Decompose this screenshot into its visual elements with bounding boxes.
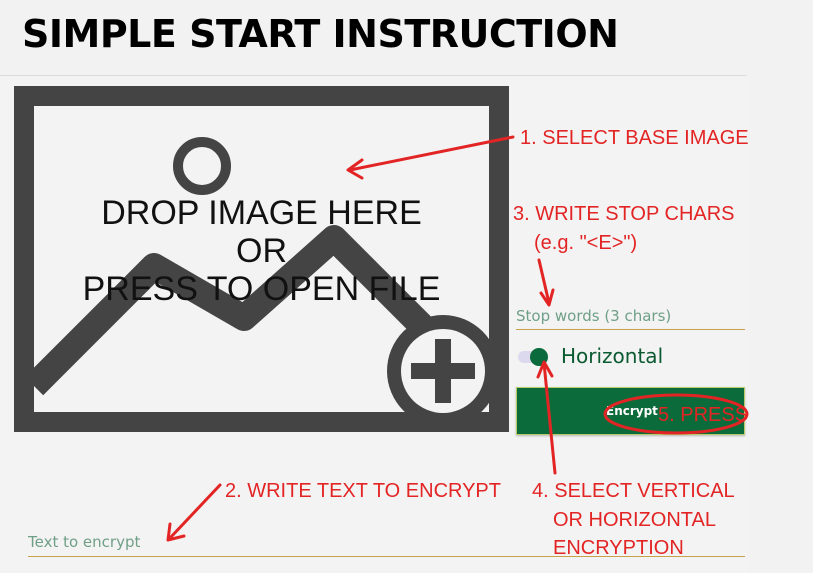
drop-instructions: DROP IMAGE HERE OR PRESS TO OPEN FILE — [14, 194, 509, 308]
drop-line-3: PRESS TO OPEN FILE — [82, 270, 441, 308]
annotation-step-2: 2. WRITE TEXT TO ENCRYPT — [225, 480, 501, 502]
orientation-toggle[interactable] — [518, 345, 554, 369]
stop-words-input[interactable] — [516, 302, 745, 330]
annotation-step-1: 1. SELECT BASE IMAGE — [520, 127, 749, 149]
toggle-thumb — [530, 348, 548, 366]
drop-line-1: DROP IMAGE HERE — [101, 194, 422, 232]
annotation-step-4-line-2: OR HORIZONTAL — [553, 509, 716, 531]
annotation-step-4-line-1: 4. SELECT VERTICAL — [532, 480, 735, 502]
annotation-step-3-line-2: (e.g. "<E>") — [534, 232, 638, 254]
annotation-step-3-line-1: 3. WRITE STOP CHARS — [513, 203, 735, 225]
annotation-step-4-line-3: ENCRYPTION — [553, 537, 684, 559]
annotation-step-5: 5. PRESS — [658, 404, 749, 426]
encrypt-button-label: Encrypt — [606, 404, 658, 418]
page-title: SIMPLE START INSTRUCTION — [22, 12, 619, 56]
drop-line-2: OR — [236, 232, 287, 270]
orientation-label: Horizontal — [561, 344, 664, 368]
image-drop-zone[interactable]: DROP IMAGE HERE OR PRESS TO OPEN FILE — [14, 86, 509, 432]
